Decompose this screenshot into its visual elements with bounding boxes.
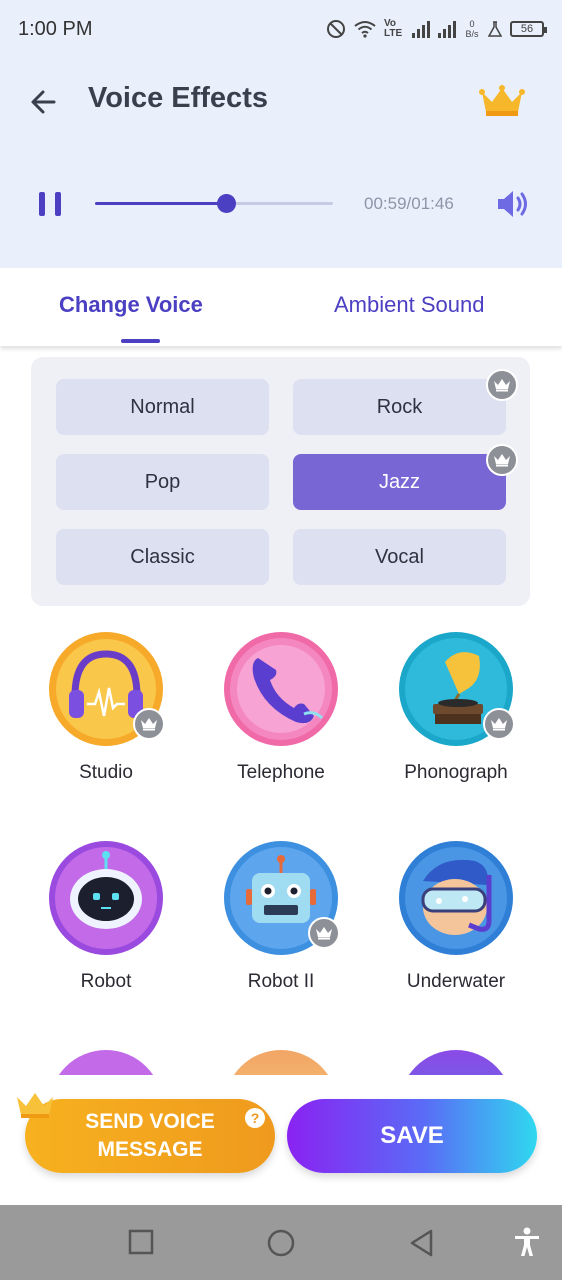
data-rate: 0 B/s bbox=[465, 19, 479, 39]
seek-bar[interactable] bbox=[95, 194, 333, 213]
effect-label: Telephone bbox=[237, 762, 325, 783]
signal-icon bbox=[412, 20, 430, 38]
premium-badge-icon bbox=[308, 917, 340, 949]
do-not-disturb-icon bbox=[327, 20, 345, 38]
effect-label: Underwater bbox=[406, 971, 506, 992]
battery-level: 56 bbox=[520, 23, 534, 35]
effect-label: Studio bbox=[79, 762, 133, 783]
tab-bar: Change Voice Ambient Sound bbox=[0, 268, 562, 346]
send-voice-message-button[interactable]: SEND VOICE MESSAGE bbox=[25, 1099, 275, 1173]
help-icon[interactable]: ? bbox=[245, 1108, 265, 1128]
volume-icon[interactable] bbox=[494, 186, 530, 222]
lab-icon bbox=[488, 21, 502, 37]
effect-label: Phonograph bbox=[404, 762, 508, 783]
genre-normal-button[interactable]: Normal bbox=[56, 379, 269, 435]
tab-change-voice[interactable]: Change Voice bbox=[59, 292, 203, 318]
genre-pop-button[interactable]: Pop bbox=[56, 454, 269, 510]
seek-bar-thumb[interactable] bbox=[216, 194, 236, 213]
genre-panel: Normal Rock Pop Jazz Classic Vocal bbox=[31, 357, 530, 606]
telephone-icon bbox=[224, 632, 338, 746]
effect-thumbnail bbox=[49, 1050, 163, 1075]
status-time: 1:00 PM bbox=[18, 17, 93, 40]
effect-label: Robot II bbox=[247, 971, 315, 992]
effect-robot[interactable]: Robot bbox=[21, 829, 191, 1029]
premium-badge-icon bbox=[483, 708, 515, 740]
genre-vocal-button[interactable]: Vocal bbox=[293, 529, 506, 585]
effect-telephone[interactable]: Telephone bbox=[196, 620, 366, 820]
effect-partial[interactable] bbox=[371, 1038, 541, 1075]
robot-icon bbox=[49, 841, 163, 955]
active-tab-indicator bbox=[121, 339, 160, 343]
premium-badge-icon bbox=[486, 369, 518, 401]
wifi-icon bbox=[354, 21, 376, 38]
accessibility-icon[interactable] bbox=[513, 1227, 541, 1257]
header: Voice Effects 00:59/01:46 bbox=[0, 58, 562, 268]
effect-label: Robot bbox=[80, 971, 132, 992]
effect-studio[interactable]: Studio bbox=[21, 620, 191, 820]
page-title: Voice Effects bbox=[88, 82, 268, 114]
home-circle-icon[interactable] bbox=[267, 1229, 295, 1257]
signal-2-icon bbox=[438, 20, 456, 38]
effect-thumbnail bbox=[399, 1050, 513, 1075]
genre-rock-button[interactable]: Rock bbox=[293, 379, 506, 435]
premium-crown-icon[interactable] bbox=[478, 82, 526, 118]
effects-grid: Studio Telephone Phonograph Robot Robot … bbox=[0, 620, 562, 1075]
battery-icon: 56 bbox=[510, 21, 547, 37]
recents-square-icon[interactable] bbox=[128, 1229, 154, 1255]
back-triangle-icon[interactable] bbox=[409, 1229, 435, 1257]
effect-partial[interactable] bbox=[196, 1038, 366, 1075]
seek-bar-progress bbox=[95, 202, 226, 205]
premium-badge-icon bbox=[486, 444, 518, 476]
diver-icon bbox=[399, 841, 513, 955]
status-icons: Vo LTE 0 B/s 56 bbox=[326, 18, 547, 39]
send-button-line1: SEND VOICE bbox=[85, 1110, 215, 1133]
send-button-line2: MESSAGE bbox=[97, 1138, 203, 1161]
pause-icon[interactable] bbox=[36, 190, 66, 218]
genre-jazz-button[interactable]: Jazz bbox=[293, 454, 506, 510]
playback-time: 00:59/01:46 bbox=[364, 194, 454, 213]
effect-robot-ii[interactable]: Robot II bbox=[196, 829, 366, 1029]
status-bar: 1:00 PM Vo LTE 0 B/s 56 bbox=[0, 0, 562, 58]
genre-classic-button[interactable]: Classic bbox=[56, 529, 269, 585]
back-arrow-icon[interactable] bbox=[26, 84, 62, 120]
effect-underwater[interactable]: Underwater bbox=[371, 829, 541, 1029]
save-button[interactable]: SAVE bbox=[287, 1099, 537, 1173]
system-nav-bar bbox=[0, 1205, 562, 1280]
premium-badge-icon bbox=[133, 708, 165, 740]
effect-thumbnail bbox=[224, 1050, 338, 1075]
effect-phonograph[interactable]: Phonograph bbox=[371, 620, 541, 820]
tab-ambient-sound[interactable]: Ambient Sound bbox=[334, 292, 484, 318]
premium-crown-icon bbox=[17, 1093, 53, 1118]
effect-partial[interactable] bbox=[21, 1038, 191, 1075]
network-type: Vo LTE bbox=[384, 18, 403, 39]
